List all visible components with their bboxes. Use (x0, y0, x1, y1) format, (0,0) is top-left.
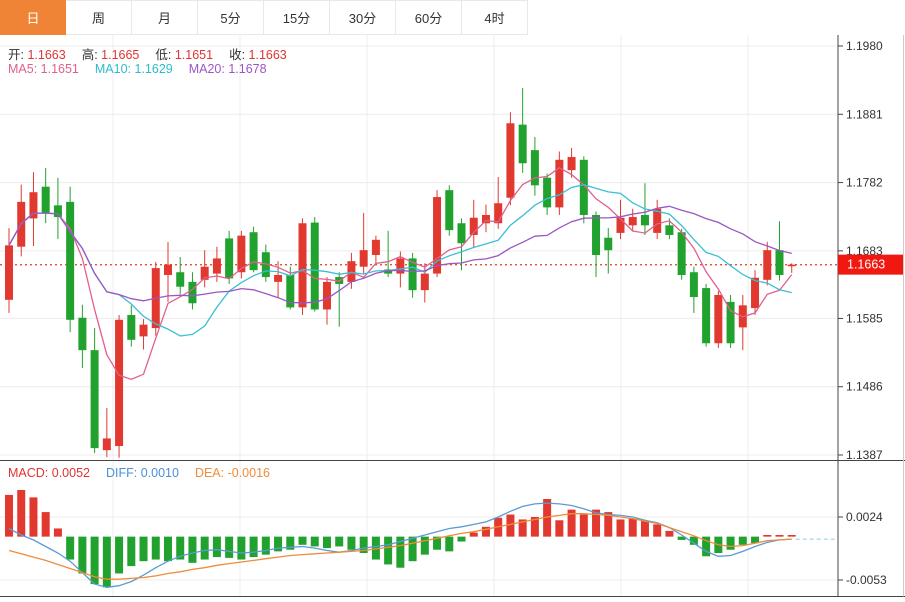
tab-15min[interactable]: 15分 (264, 0, 330, 35)
tab-60min[interactable]: 60分 (396, 0, 462, 35)
macd-readout: MACD: 0.0052 (8, 466, 90, 480)
svg-text:1.1486: 1.1486 (846, 380, 883, 394)
open-readout: 开: 1.1663 (8, 48, 66, 62)
tab-day[interactable]: 日 (0, 0, 66, 35)
svg-text:-0.0053: -0.0053 (846, 573, 887, 587)
candlestick-chart[interactable]: 1.19801.18811.17821.16831.15851.14861.13… (0, 0, 905, 602)
gridlines (0, 35, 838, 597)
svg-text:1.1387: 1.1387 (846, 448, 883, 462)
svg-text:1.1881: 1.1881 (846, 107, 883, 121)
ma10-readout: MA10: 1.1629 (95, 62, 173, 76)
high-readout: 高: 1.1665 (82, 48, 140, 62)
macd-readout: MACD: 0.0052 DIFF: 0.0010 DEA: -0.0016 (8, 466, 286, 480)
ma5-readout: MA5: 1.1651 (8, 62, 79, 76)
svg-text:0.0024: 0.0024 (846, 510, 883, 524)
current-price-badge-text: 1.1663 (847, 258, 885, 272)
close-readout: 收: 1.1663 (229, 48, 287, 62)
ohlc-readout: 开: 1.1663 高: 1.1665 低: 1.1651 收: 1.1663 (8, 44, 303, 63)
tab-month[interactable]: 月 (132, 0, 198, 35)
svg-text:1.1980: 1.1980 (846, 39, 883, 53)
tab-30min[interactable]: 30分 (330, 0, 396, 35)
low-readout: 低: 1.1651 (155, 48, 213, 62)
tab-5min[interactable]: 5分 (198, 0, 264, 35)
macd-histogram (5, 490, 796, 587)
ma-readout: MA5: 1.1651 MA10: 1.1629 MA20: 1.1678 (8, 62, 283, 76)
timeframe-tabs: 日周月5分15分30分60分4时 (0, 0, 528, 35)
svg-text:1.1782: 1.1782 (846, 176, 883, 190)
dea-readout: DEA: -0.0016 (195, 466, 270, 480)
diff-readout: DIFF: 0.0010 (106, 466, 179, 480)
panel-frame (0, 35, 905, 597)
tab-week[interactable]: 周 (66, 0, 132, 35)
price-axis: 1.19801.18811.17821.16831.15851.14861.13… (838, 39, 887, 587)
candles-layer (5, 88, 796, 458)
tab-4hour[interactable]: 4时 (462, 0, 528, 35)
svg-text:1.1585: 1.1585 (846, 311, 883, 325)
ma20-readout: MA20: 1.1678 (189, 62, 267, 76)
kline-chart-app: 1.19801.18811.17821.16831.15851.14861.13… (0, 0, 905, 602)
